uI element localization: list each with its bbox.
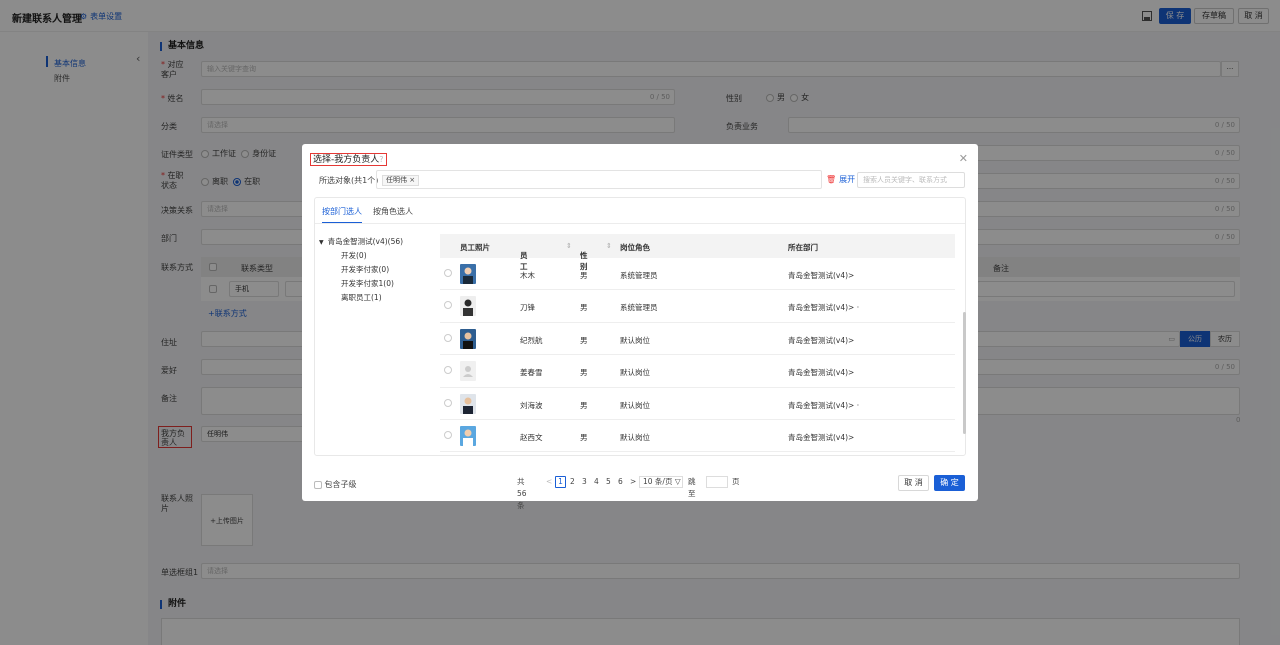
pager-page-6[interactable]: 6 <box>618 476 623 488</box>
cell-role: 默认岗位 <box>620 400 650 410</box>
table-row[interactable]: 赵西文 男 默认岗位 青岛金智测试(v4)> <box>440 420 955 453</box>
expand-button[interactable]: 🗑 展开 <box>826 174 855 185</box>
selected-tag[interactable]: 任明伟 × <box>382 175 420 186</box>
tree-node[interactable]: 开发李付家1(0) <box>319 278 437 292</box>
cell-name: 刀锋 <box>520 303 535 313</box>
selected-box: 任明伟 × <box>376 170 822 189</box>
cell-dept: 青岛金智测试(v4)> · <box>788 303 860 313</box>
table-row[interactable]: 刘海波 男 默认岗位 青岛金智测试(v4)> · <box>440 388 955 420</box>
avatar <box>460 296 476 317</box>
cell-role: 系统管理员 <box>620 271 658 280</box>
search-input[interactable]: 搜索人员关键字、联系方式 <box>857 172 965 188</box>
caret-down-icon: ▼ <box>319 239 324 246</box>
table-row[interactable]: 纪烈航 男 默认岗位 青岛金智测试(v4)> <box>440 323 955 356</box>
cell-dept: 青岛金智测试(v4)> <box>788 335 855 345</box>
col-dept: 所在部门 <box>788 243 818 252</box>
sort-icon: ⇕ <box>566 242 572 250</box>
cell-gender: 男 <box>580 303 588 313</box>
cell-role: 系统管理员 <box>620 303 658 313</box>
table-row[interactable]: 刀锋 男 系统管理员 青岛金智测试(v4)> · <box>440 290 955 323</box>
cell-name: 木木 <box>520 271 535 280</box>
employee-table: 员工照片 员工 ⇕ 性别 ⇕ 岗位角色 所在部门 木木 男 系统管理员 青岛金智… <box>440 234 955 453</box>
table-scrollbar[interactable] <box>963 312 966 434</box>
tab-by-role[interactable]: 按角色选人 <box>373 206 413 217</box>
cell-gender: 男 <box>580 335 588 345</box>
dialog-title: 选择-我方负责人? <box>310 153 387 166</box>
default-avatar-icon <box>460 361 476 382</box>
pager-page-5[interactable]: 5 <box>606 476 611 488</box>
sort-icon: ⇕ <box>606 242 612 250</box>
col-role: 岗位角色 <box>620 243 650 252</box>
row-radio[interactable] <box>444 366 452 375</box>
pager-total: 共56条 <box>517 477 527 510</box>
close-icon[interactable]: ✕ <box>959 152 968 165</box>
row-radio[interactable] <box>444 398 452 407</box>
dialog-ok-button[interactable]: 确 定 <box>934 475 965 491</box>
pager-jump-input[interactable] <box>706 476 728 488</box>
tab-divider <box>315 223 965 224</box>
table-header: 员工照片 员工 ⇕ 性别 ⇕ 岗位角色 所在部门 <box>440 234 955 271</box>
table-row[interactable]: 木木 男 系统管理员 青岛金智测试(v4)> <box>440 258 955 291</box>
selection-panel: 按部门选人 按角色选人 ▼ 青岛金智测试(v4)(56) 开发(0) 开发李付家(… <box>314 197 966 456</box>
pager-page-4[interactable]: 4 <box>594 476 599 488</box>
selected-label: 所选对象(共1个) <box>319 176 379 185</box>
row-radio[interactable] <box>444 269 452 277</box>
cell-gender: 男 <box>580 271 588 280</box>
page-size-select[interactable]: 10 条/页 ▽ <box>639 476 683 488</box>
avatar <box>460 393 476 414</box>
avatar <box>460 425 476 446</box>
tree-node[interactable]: 离职员工(1) <box>319 292 437 306</box>
cell-role: 默认岗位 <box>620 432 650 442</box>
pager-jump-label: 跳至 <box>688 477 696 498</box>
cell-role: 默认岗位 <box>620 335 650 345</box>
pager-page-unit: 页 <box>732 477 740 486</box>
cell-dept: 青岛金智测试(v4)> <box>788 368 855 378</box>
tree-node[interactable]: 开发(0) <box>319 250 437 264</box>
cell-gender: 男 <box>580 400 588 410</box>
trash-icon: 🗑 <box>826 175 837 184</box>
cell-gender: 男 <box>580 368 588 378</box>
cell-gender: 男 <box>580 432 588 442</box>
row-radio[interactable] <box>444 333 452 342</box>
cell-name: 纪烈航 <box>520 335 543 345</box>
tree-root[interactable]: ▼ 青岛金智测试(v4)(56) <box>319 236 437 250</box>
cell-dept: 青岛金智测试(v4)> <box>788 271 855 280</box>
col-photo: 员工照片 <box>460 243 490 252</box>
table-row[interactable]: 姜春雪 男 默认岗位 青岛金智测试(v4)> <box>440 355 955 388</box>
cell-name: 姜春雪 <box>520 368 543 378</box>
dialog-cancel-button[interactable]: 取 消 <box>898 475 929 491</box>
cell-dept: 青岛金智测试(v4)> · <box>788 400 860 410</box>
cell-name: 赵西文 <box>520 432 543 442</box>
row-radio[interactable] <box>444 301 452 310</box>
include-sub-checkbox[interactable]: 包含子级 <box>314 479 357 490</box>
pager-page-2[interactable]: 2 <box>570 476 575 488</box>
cell-dept: 青岛金智测试(v4)> <box>788 432 855 442</box>
avatar <box>460 264 476 284</box>
pager-page-1[interactable]: 1 <box>555 476 566 488</box>
select-owner-dialog: 选择-我方负责人? ✕ 所选对象(共1个) 任明伟 × 🗑 展开 搜索人员关键字、… <box>302 144 978 510</box>
help-icon[interactable]: ? <box>379 155 383 164</box>
row-radio[interactable] <box>444 430 452 439</box>
avatar <box>460 328 476 349</box>
pager-page-3[interactable]: 3 <box>582 476 587 488</box>
cell-name: 刘海波 <box>520 400 543 410</box>
pager-prev[interactable]: < <box>546 476 552 488</box>
tree-node[interactable]: 开发李付家(0) <box>319 264 437 278</box>
cell-role: 默认岗位 <box>620 368 650 378</box>
tab-by-dept[interactable]: 按部门选人 <box>322 206 362 224</box>
pager-next[interactable]: > <box>630 476 636 488</box>
dept-tree: ▼ 青岛金智测试(v4)(56) 开发(0) 开发李付家(0) 开发李付家1(0)… <box>319 236 437 306</box>
